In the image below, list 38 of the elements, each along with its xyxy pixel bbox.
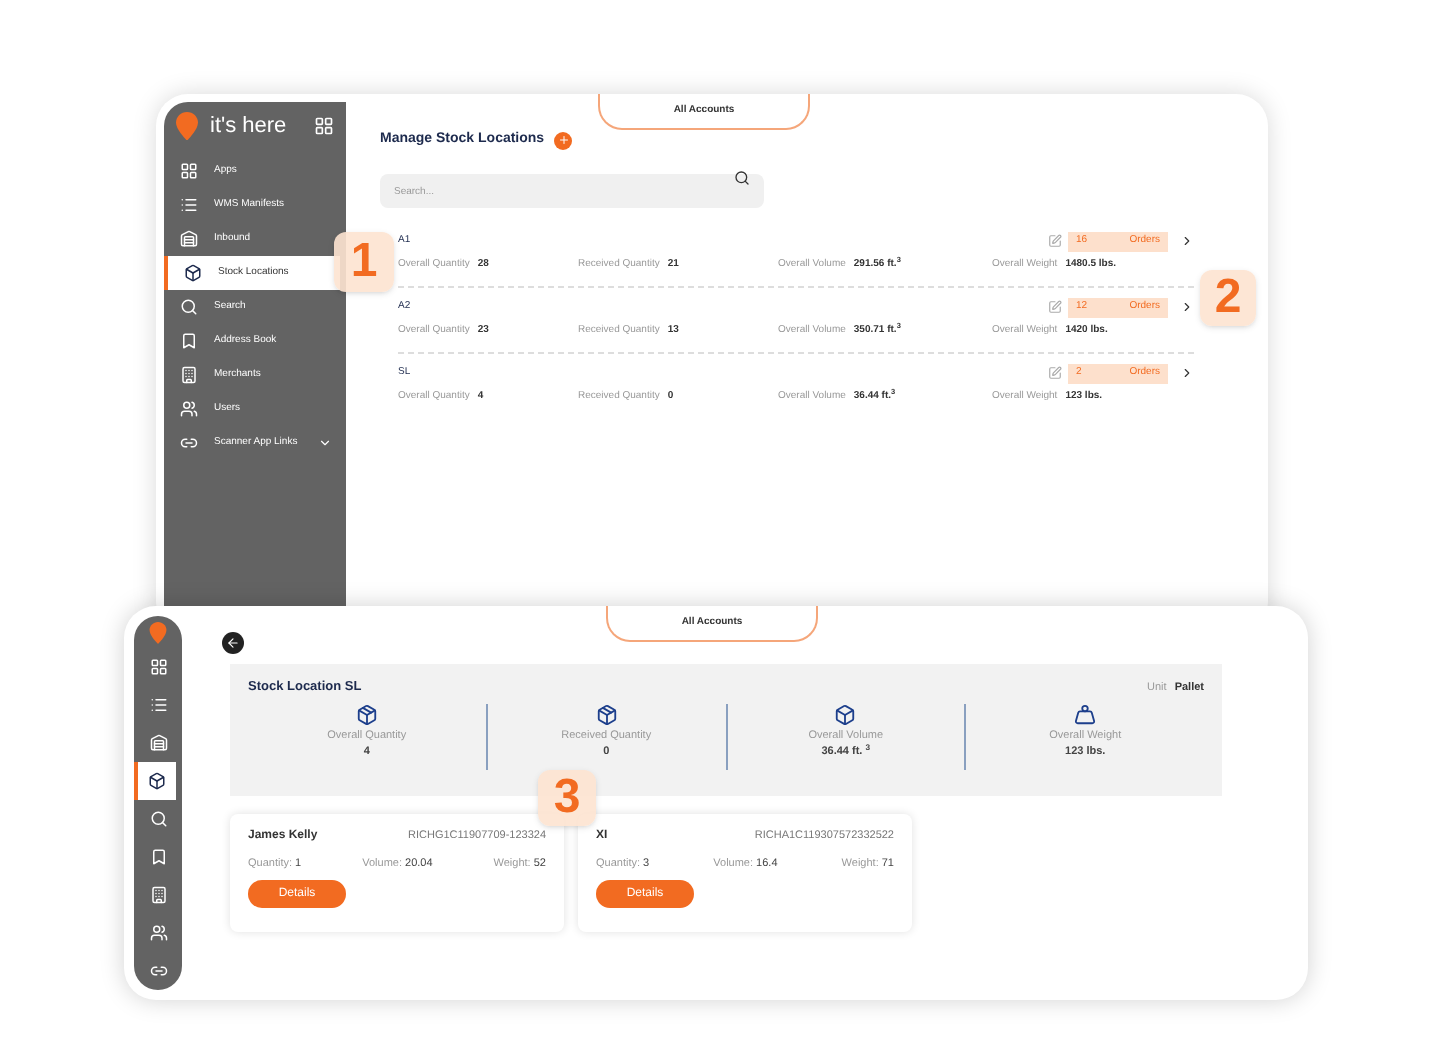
cube-icon (184, 264, 202, 282)
step-number: 2 (1200, 270, 1256, 326)
building-icon (149, 886, 167, 904)
back-button[interactable] (222, 632, 244, 654)
add-button[interactable] (554, 131, 573, 150)
list-icon (180, 196, 198, 214)
grid-icon (149, 658, 167, 676)
chevron-icon[interactable] (1180, 366, 1194, 380)
link-icon (180, 434, 198, 452)
arrow-left-icon (226, 636, 240, 650)
search-icon (180, 298, 198, 316)
step-number: 1 (334, 232, 394, 292)
cube-icon (834, 703, 857, 726)
search-icon (149, 810, 167, 828)
plus-icon (557, 134, 570, 147)
step-number: 3 (538, 770, 596, 826)
chevron-icon[interactable] (1180, 300, 1194, 314)
chevron-icon[interactable] (1180, 234, 1194, 248)
link-icon (149, 962, 167, 980)
warehouse-icon (149, 734, 167, 752)
boxes-icon (595, 703, 618, 726)
grid-icon[interactable] (314, 116, 334, 136)
users-icon (180, 400, 198, 418)
bookmark-icon (180, 332, 198, 350)
search-icon[interactable] (734, 169, 750, 185)
sidebar-item[interactable] (134, 762, 176, 800)
grid-icon (180, 162, 198, 180)
building-icon (180, 366, 198, 384)
users-icon (149, 924, 167, 942)
warehouse-icon (180, 230, 198, 248)
cube-icon (148, 772, 166, 790)
list-icon (149, 696, 167, 714)
boxes-icon (355, 703, 378, 726)
bookmark-icon (149, 848, 167, 866)
scale-icon (1074, 703, 1097, 726)
pin-logo-icon (176, 111, 198, 141)
brand-name: it's here (210, 111, 287, 142)
pin-logo-icon (146, 622, 170, 644)
